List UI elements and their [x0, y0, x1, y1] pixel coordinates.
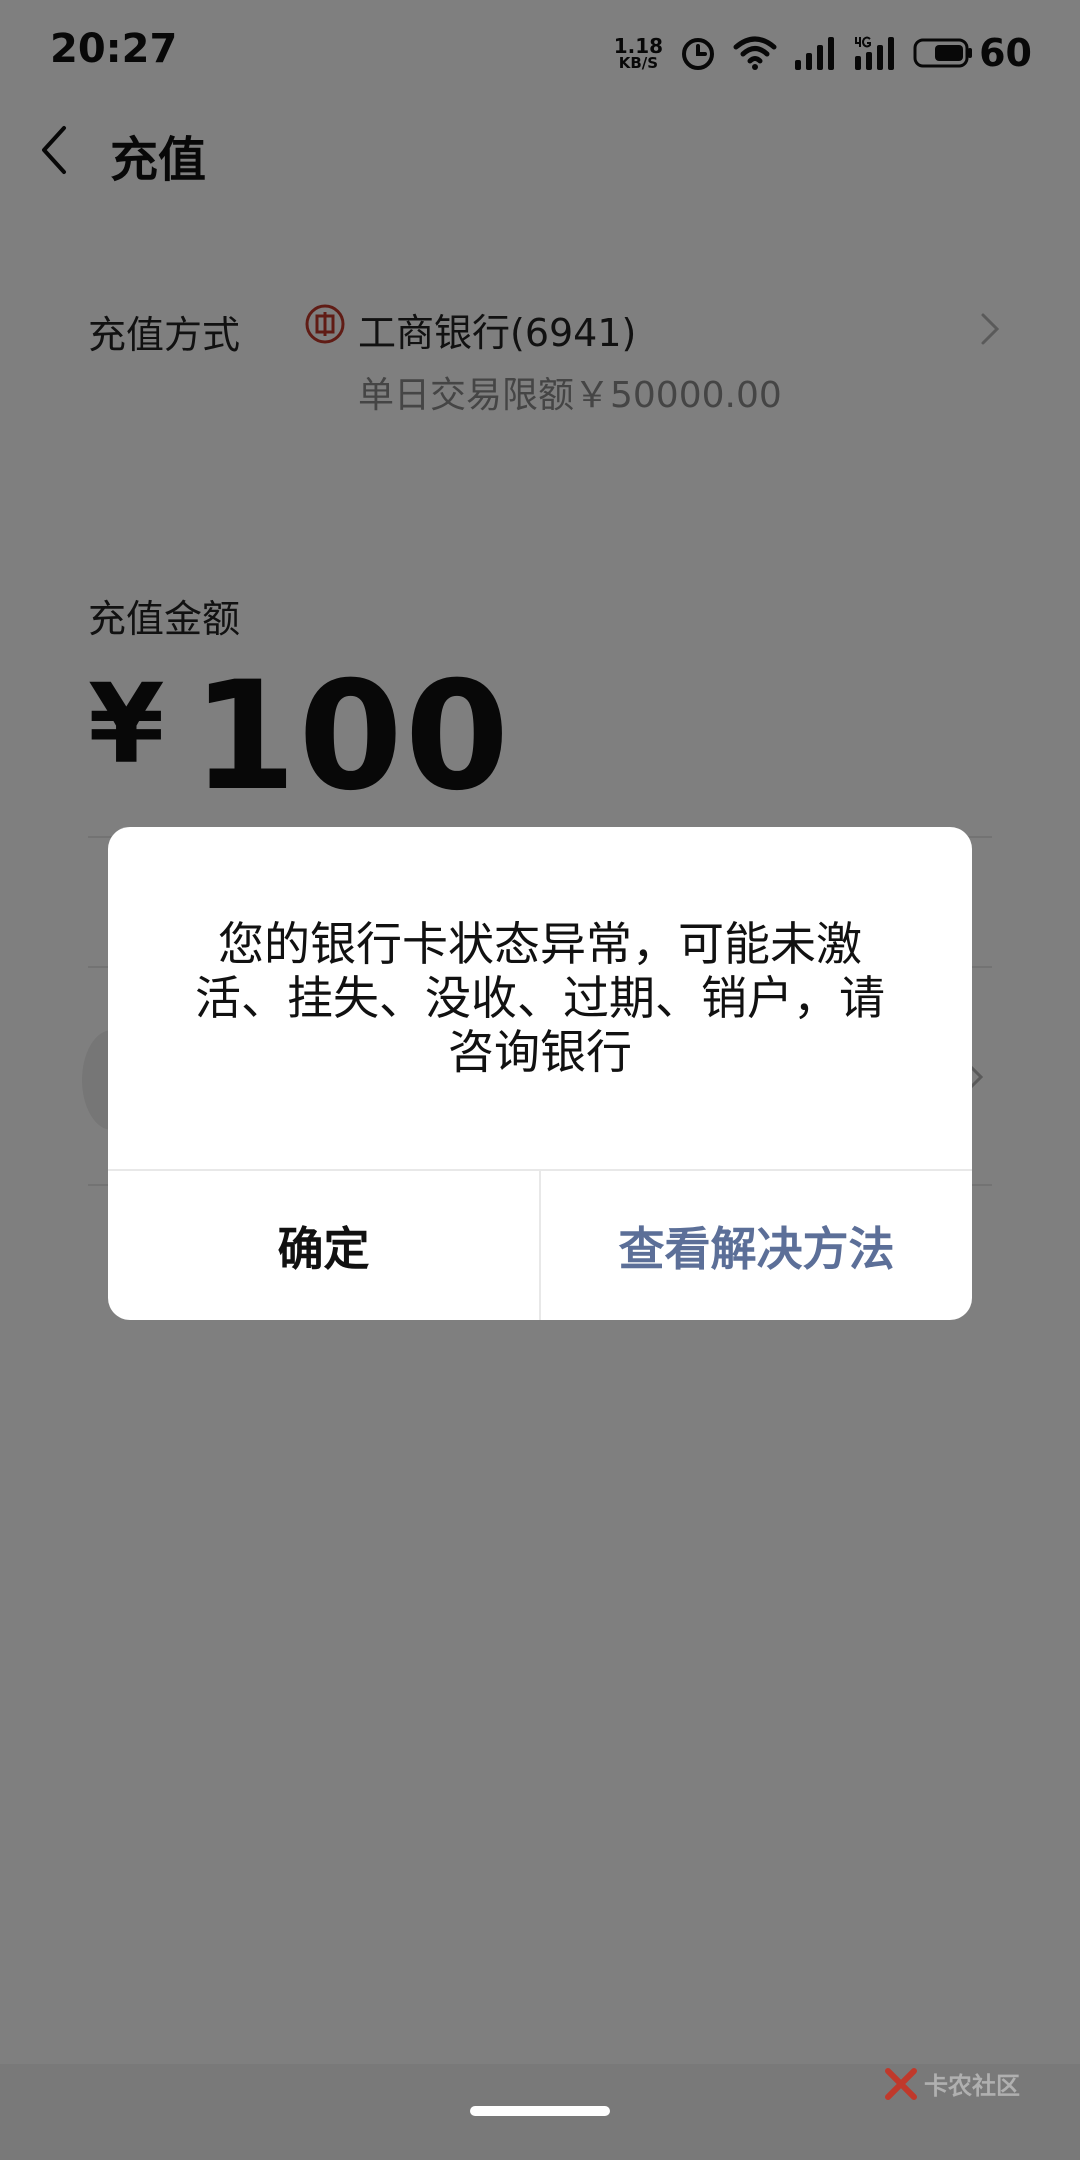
view-solution-button[interactable]: 查看解决方法: [541, 1171, 972, 1320]
error-dialog: 您的银行卡状态异常，可能未激活、挂失、没收、过期、销户，请咨询银行 确定 查看解…: [108, 827, 972, 1320]
watermark-logo-icon: [885, 2067, 917, 2100]
watermark: 卡农社区: [884, 2066, 1020, 2101]
home-indicator[interactable]: [470, 2106, 610, 2116]
dialog-message: 您的银行卡状态异常，可能未激活、挂失、没收、过期、销户，请咨询银行: [195, 917, 885, 1079]
watermark-text: 卡农社区: [924, 2072, 1020, 2100]
confirm-button[interactable]: 确定: [108, 1171, 539, 1320]
